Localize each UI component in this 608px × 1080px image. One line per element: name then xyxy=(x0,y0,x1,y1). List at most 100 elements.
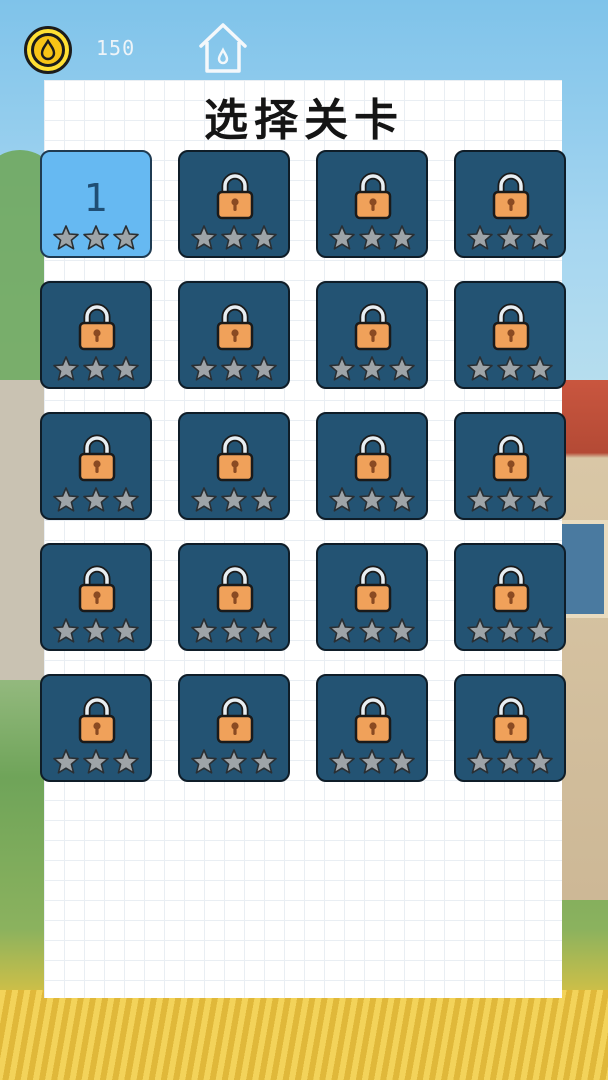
level-tile-locked[interactable] xyxy=(316,674,428,782)
star-empty-icon xyxy=(82,486,110,514)
star-rating xyxy=(456,617,564,645)
lock-icon xyxy=(216,565,254,613)
level-tile-locked[interactable] xyxy=(40,281,152,389)
star-rating xyxy=(42,748,150,776)
star-empty-icon xyxy=(190,617,218,645)
star-empty-icon xyxy=(358,355,386,383)
level-grid: 1 xyxy=(40,150,566,782)
star-rating xyxy=(318,224,426,252)
star-rating xyxy=(318,486,426,514)
star-empty-icon xyxy=(112,748,140,776)
star-empty-icon xyxy=(220,748,248,776)
star-empty-icon xyxy=(328,617,356,645)
level-tile-locked[interactable] xyxy=(454,281,566,389)
star-empty-icon xyxy=(190,224,218,252)
lock-icon xyxy=(78,434,116,482)
star-empty-icon xyxy=(496,748,524,776)
star-empty-icon xyxy=(250,748,278,776)
lock-icon xyxy=(216,696,254,744)
level-tile-locked[interactable] xyxy=(454,412,566,520)
page-title: 选择关卡 xyxy=(204,95,404,146)
level-tile-locked[interactable] xyxy=(454,543,566,651)
lock-icon xyxy=(354,565,392,613)
star-empty-icon xyxy=(220,486,248,514)
lock-icon xyxy=(78,303,116,351)
star-rating xyxy=(456,486,564,514)
star-empty-icon xyxy=(82,617,110,645)
lock-icon xyxy=(216,172,254,220)
lock-icon xyxy=(492,172,530,220)
star-empty-icon xyxy=(52,224,80,252)
lock-icon xyxy=(492,303,530,351)
lock-icon xyxy=(216,303,254,351)
level-number: 1 xyxy=(83,176,109,220)
star-rating xyxy=(42,355,150,383)
lock-icon xyxy=(354,696,392,744)
level-tile-locked[interactable] xyxy=(178,281,290,389)
star-empty-icon xyxy=(52,748,80,776)
star-empty-icon xyxy=(328,224,356,252)
star-rating xyxy=(318,355,426,383)
level-tile[interactable]: 1 xyxy=(40,150,152,258)
star-empty-icon xyxy=(82,355,110,383)
star-empty-icon xyxy=(358,224,386,252)
star-rating xyxy=(42,224,150,252)
star-rating xyxy=(180,486,288,514)
star-empty-icon xyxy=(388,617,416,645)
star-empty-icon xyxy=(328,748,356,776)
star-empty-icon xyxy=(250,224,278,252)
star-empty-icon xyxy=(52,355,80,383)
level-tile-locked[interactable] xyxy=(178,674,290,782)
star-empty-icon xyxy=(220,224,248,252)
star-empty-icon xyxy=(328,486,356,514)
lock-icon xyxy=(78,565,116,613)
level-tile-locked[interactable] xyxy=(40,674,152,782)
home-button[interactable] xyxy=(196,20,250,76)
star-rating xyxy=(180,355,288,383)
level-tile-locked[interactable] xyxy=(316,543,428,651)
star-empty-icon xyxy=(466,748,494,776)
level-tile-locked[interactable] xyxy=(454,150,566,258)
star-rating xyxy=(456,224,564,252)
star-empty-icon xyxy=(190,486,218,514)
level-tile-locked[interactable] xyxy=(178,150,290,258)
star-empty-icon xyxy=(190,748,218,776)
level-tile-locked[interactable] xyxy=(178,412,290,520)
star-empty-icon xyxy=(112,355,140,383)
lock-icon xyxy=(354,434,392,482)
level-tile-locked[interactable] xyxy=(316,281,428,389)
star-empty-icon xyxy=(112,617,140,645)
star-empty-icon xyxy=(388,486,416,514)
star-rating xyxy=(318,617,426,645)
lock-icon xyxy=(78,696,116,744)
level-tile-locked[interactable] xyxy=(178,543,290,651)
star-empty-icon xyxy=(496,224,524,252)
level-tile-locked[interactable] xyxy=(316,412,428,520)
level-tile-locked[interactable] xyxy=(316,150,428,258)
star-empty-icon xyxy=(526,486,554,514)
star-empty-icon xyxy=(526,748,554,776)
star-empty-icon xyxy=(466,224,494,252)
lock-icon xyxy=(216,434,254,482)
star-empty-icon xyxy=(388,748,416,776)
star-rating xyxy=(318,748,426,776)
level-tile-locked[interactable] xyxy=(40,543,152,651)
star-empty-icon xyxy=(526,355,554,383)
star-rating xyxy=(180,748,288,776)
star-rating xyxy=(180,617,288,645)
star-rating xyxy=(456,355,564,383)
lock-icon xyxy=(354,303,392,351)
star-empty-icon xyxy=(250,486,278,514)
star-empty-icon xyxy=(526,224,554,252)
lock-icon xyxy=(354,172,392,220)
level-tile-locked[interactable] xyxy=(454,674,566,782)
star-empty-icon xyxy=(52,486,80,514)
star-empty-icon xyxy=(496,486,524,514)
star-empty-icon xyxy=(112,486,140,514)
level-tile-locked[interactable] xyxy=(40,412,152,520)
lock-icon xyxy=(492,696,530,744)
star-empty-icon xyxy=(328,355,356,383)
star-empty-icon xyxy=(526,617,554,645)
star-rating xyxy=(42,486,150,514)
star-empty-icon xyxy=(388,224,416,252)
